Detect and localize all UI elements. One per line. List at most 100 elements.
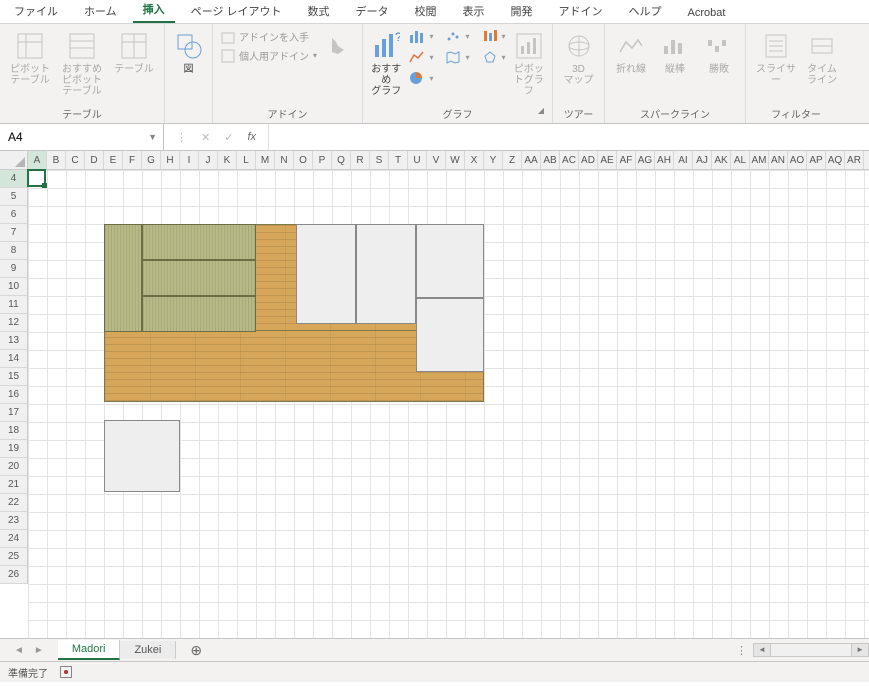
row-header[interactable]: 20	[0, 458, 27, 476]
column-header[interactable]: M	[256, 151, 275, 169]
row-header[interactable]: 9	[0, 260, 27, 278]
column-header[interactable]: R	[351, 151, 370, 169]
column-header[interactable]: AI	[674, 151, 693, 169]
row-header[interactable]: 18	[0, 422, 27, 440]
column-header[interactable]: U	[408, 151, 427, 169]
row-header[interactable]: 5	[0, 188, 27, 206]
column-header[interactable]: AA	[522, 151, 541, 169]
3d-map-button[interactable]: 3D マップ	[559, 28, 598, 86]
line-chart-button[interactable]	[407, 49, 435, 65]
column-header[interactable]: I	[180, 151, 199, 169]
row-header[interactable]: 25	[0, 548, 27, 566]
column-header[interactable]: AP	[807, 151, 826, 169]
column-header[interactable]: AK	[712, 151, 731, 169]
tab-developer[interactable]: 開発	[501, 0, 543, 23]
sheet-nav-prev-icon[interactable]: ◄	[14, 645, 24, 656]
charts-launcher-icon[interactable]: ◢	[538, 106, 544, 115]
cancel-formula-icon[interactable]: ✕	[201, 131, 210, 144]
row-header[interactable]: 22	[0, 494, 27, 512]
column-header[interactable]: AR	[845, 151, 864, 169]
scroll-right-icon[interactable]: ►	[851, 643, 869, 657]
tab-home[interactable]: ホーム	[74, 0, 127, 23]
row-header[interactable]: 12	[0, 314, 27, 332]
row-header[interactable]: 4	[0, 170, 27, 188]
formula-menu-icon[interactable]: ⋮	[176, 131, 187, 144]
get-addins-button[interactable]: アドインを入手	[219, 28, 319, 45]
column-header[interactable]: AB	[541, 151, 560, 169]
row-header[interactable]: 10	[0, 278, 27, 296]
row-header[interactable]: 13	[0, 332, 27, 350]
column-chart-button[interactable]	[407, 28, 435, 44]
column-header[interactable]: W	[446, 151, 465, 169]
column-header[interactable]: K	[218, 151, 237, 169]
column-header[interactable]: AC	[560, 151, 579, 169]
row-header[interactable]: 16	[0, 386, 27, 404]
radar-chart-button[interactable]	[480, 49, 508, 65]
column-headers[interactable]: ABCDEFGHIJKLMNOPQRSTUVWXYZAAABACADAEAFAG…	[28, 151, 869, 170]
column-header[interactable]: P	[313, 151, 332, 169]
floorplan-box-tall-right2[interactable]	[416, 298, 484, 372]
floorplan-tatami-bot[interactable]	[142, 296, 256, 332]
column-header[interactable]: G	[142, 151, 161, 169]
fx-icon[interactable]: fx	[247, 131, 256, 143]
enter-formula-icon[interactable]: ✓	[224, 131, 233, 144]
scroll-track[interactable]	[771, 643, 851, 657]
sheet-options-icon[interactable]: ⋮	[736, 644, 753, 657]
tab-data[interactable]: データ	[346, 0, 399, 23]
slicer-button[interactable]: スライサー	[752, 28, 800, 86]
name-box[interactable]: ▼	[0, 124, 164, 150]
name-box-input[interactable]	[0, 130, 142, 144]
floorplan-box-top-right[interactable]	[356, 224, 416, 324]
floorplan-box-tall-right1[interactable]	[416, 224, 484, 298]
column-header[interactable]: AF	[617, 151, 636, 169]
scroll-left-icon[interactable]: ◄	[753, 643, 771, 657]
sheet-add-button[interactable]: ⊕	[176, 642, 216, 659]
column-header[interactable]: H	[161, 151, 180, 169]
row-header[interactable]: 17	[0, 404, 27, 422]
timeline-button[interactable]: タイム ライン	[804, 28, 840, 86]
row-header[interactable]: 6	[0, 206, 27, 224]
pivot-table-button[interactable]: ピボット テーブル	[6, 28, 54, 86]
column-header[interactable]: AG	[636, 151, 655, 169]
tab-file[interactable]: ファイル	[4, 0, 68, 23]
select-all-corner[interactable]	[0, 151, 28, 170]
stock-chart-button[interactable]	[480, 28, 508, 44]
column-header[interactable]: AO	[788, 151, 807, 169]
macro-record-icon[interactable]	[60, 666, 72, 678]
tab-review[interactable]: 校閲	[405, 0, 447, 23]
recommended-pivot-button[interactable]: おすすめ ピボットテーブル	[58, 28, 106, 97]
column-header[interactable]: X	[465, 151, 484, 169]
column-header[interactable]: N	[275, 151, 294, 169]
map-chart-button[interactable]	[443, 49, 471, 65]
horizontal-scrollbar[interactable]: ◄ ►	[753, 643, 869, 657]
row-header[interactable]: 14	[0, 350, 27, 368]
formula-input[interactable]	[269, 124, 869, 150]
floorplan-box-top-left[interactable]	[296, 224, 356, 324]
sparkline-line-button[interactable]: 折れ線	[611, 28, 651, 75]
worksheet-grid[interactable]: ABCDEFGHIJKLMNOPQRSTUVWXYZAAABACADAEAFAG…	[0, 151, 869, 638]
column-header[interactable]: Q	[332, 151, 351, 169]
column-header[interactable]: AQ	[826, 151, 845, 169]
cells-area[interactable]	[28, 170, 869, 638]
floorplan-box-bottom-left[interactable]	[104, 420, 180, 492]
name-box-dropdown-icon[interactable]: ▼	[142, 132, 163, 142]
column-header[interactable]: F	[123, 151, 142, 169]
floorplan-tatami-left[interactable]	[104, 224, 142, 332]
column-header[interactable]: AD	[579, 151, 598, 169]
sheet-tab-zukei[interactable]: Zukei	[120, 641, 176, 659]
row-header[interactable]: 19	[0, 440, 27, 458]
column-header[interactable]: AM	[750, 151, 769, 169]
sheet-tab-madori[interactable]: Madori	[58, 640, 121, 660]
row-header[interactable]: 11	[0, 296, 27, 314]
row-header[interactable]: 23	[0, 512, 27, 530]
column-header[interactable]: AN	[769, 151, 788, 169]
column-header[interactable]: AE	[598, 151, 617, 169]
row-header[interactable]: 24	[0, 530, 27, 548]
tab-help[interactable]: ヘルプ	[619, 0, 672, 23]
column-header[interactable]: D	[85, 151, 104, 169]
tab-insert[interactable]: 挿入	[133, 0, 175, 23]
table-button[interactable]: テーブル	[110, 28, 158, 75]
row-header[interactable]: 8	[0, 242, 27, 260]
sparkline-column-button[interactable]: 縦棒	[655, 28, 695, 75]
column-header[interactable]: Y	[484, 151, 503, 169]
